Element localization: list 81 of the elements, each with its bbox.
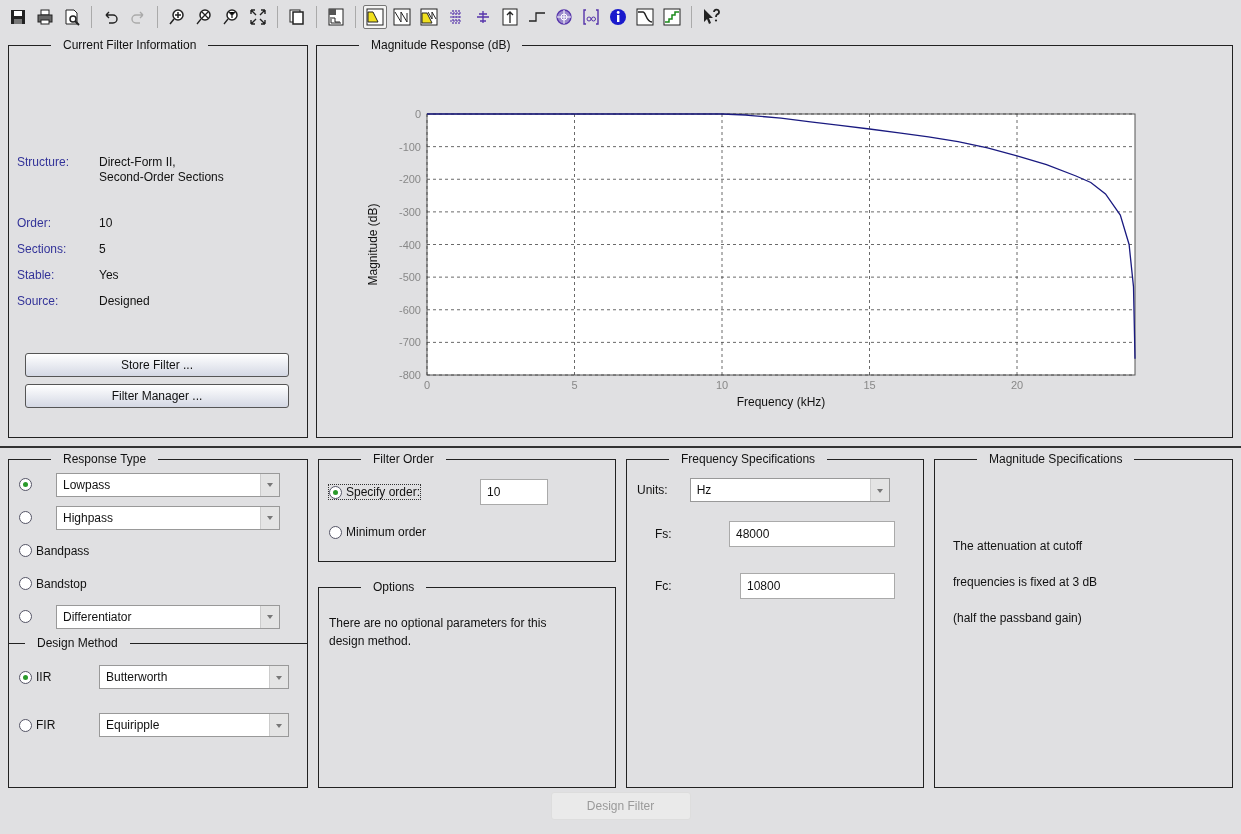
field-label: Fc:: [655, 579, 672, 593]
panel-title: Magnitude Response (dB): [370, 38, 512, 52]
dropdown[interactable]: Highpass: [56, 505, 280, 530]
pages-icon: [287, 7, 307, 27]
dropdown[interactable]: Differentiator: [56, 604, 280, 629]
tick-label: 20: [1010, 379, 1024, 391]
window-plot-icon: [326, 7, 346, 27]
tick-label: -400: [398, 238, 421, 251]
radio-button[interactable]: [19, 478, 32, 491]
print-preview-icon: [62, 7, 82, 27]
options-text: There are no optional parameters for this design method.: [329, 615, 548, 650]
toolbar-button[interactable]: [633, 5, 657, 29]
tick-label: -800: [398, 369, 421, 381]
radio-option[interactable]: IIR: [19, 670, 52, 684]
tick-label: -300: [398, 205, 421, 218]
push-button[interactable]: Filter Manager ...: [25, 384, 289, 408]
info-value: Direct-Form II, Second-Order Sections: [99, 155, 225, 185]
toolbar-button[interactable]: [390, 5, 414, 29]
radio-option[interactable]: Bandpass: [19, 543, 90, 558]
input-field[interactable]: 10: [480, 479, 549, 505]
field-label: Fs:: [655, 527, 672, 541]
tick-label: -500: [398, 271, 421, 284]
radio-option[interactable]: FIR: [19, 718, 56, 732]
tick-label: -100: [398, 140, 421, 153]
info-label: Source:: [17, 294, 60, 309]
staircase-plot-icon: [662, 7, 682, 27]
tick-label: 0: [423, 379, 431, 391]
field-label: Units:: [637, 483, 668, 497]
radio-option[interactable]: Specify order:: [329, 485, 421, 499]
panel-title: Magnitude Specifications: [988, 452, 1124, 466]
dropdown[interactable]: Equiripple: [99, 713, 289, 737]
help-pointer-icon: [701, 7, 721, 27]
info-value: Designed: [99, 294, 151, 309]
push-button[interactable]: Store Filter ...: [25, 353, 289, 377]
zoom-in-icon: [167, 7, 187, 27]
zoom-icon: [194, 7, 214, 27]
tick-label: -200: [398, 173, 421, 186]
tick-label: 15: [863, 379, 876, 391]
dropdown[interactable]: Butterworth: [99, 665, 289, 689]
dropdown[interactable]: Hz: [689, 478, 890, 502]
tick-label: -700: [398, 336, 421, 349]
info-label: Stable:: [17, 268, 56, 283]
lowpass-plot-icon: [365, 7, 385, 27]
brackets-icon: [581, 7, 601, 27]
attenuation-note: The attenuation at cutoff frequencies is fixed at 3 dB (half the passband gain): [952, 538, 1099, 627]
tick-label: 0: [414, 108, 421, 120]
panel-title: Frequency Specifications: [680, 452, 817, 466]
axis-label: Magnitude (dB): [366, 203, 380, 286]
info-label: Order:: [17, 216, 52, 231]
radio-button[interactable]: [19, 511, 32, 524]
tick-label: -600: [398, 303, 421, 316]
radio-button[interactable]: [19, 610, 32, 623]
tick-label: 5: [571, 379, 578, 391]
input-field[interactable]: 48000: [729, 521, 895, 547]
printer-icon: [35, 7, 55, 27]
info-value: 5: [99, 242, 107, 257]
radio-option[interactable]: Minimum order: [329, 525, 426, 539]
panel-title: Options: [372, 580, 416, 594]
rolloff-plot-icon: [635, 7, 655, 27]
input-field[interactable]: 10800: [740, 573, 895, 599]
info-value: 10: [99, 216, 114, 231]
info-label: Structure:: [17, 155, 71, 171]
pole-zero-plot-icon: [554, 7, 574, 27]
panel-title: Response Type: [62, 452, 148, 466]
expand-arrows-icon: [248, 7, 268, 27]
info-value: Yes: [99, 268, 120, 283]
section-title: Design Method: [36, 636, 119, 650]
axis-label: Frequency (kHz): [736, 395, 826, 409]
impulse-plot-icon: [500, 7, 520, 27]
panel-title: Filter Order: [372, 452, 435, 466]
zigzag-plot-icon: [392, 7, 412, 27]
tick-label: 10: [715, 379, 729, 391]
info-icon: [608, 7, 628, 27]
panel-title: Current Filter Information: [62, 38, 198, 52]
dropdown[interactable]: Lowpass: [56, 472, 280, 497]
dual-plot-icon: [419, 7, 439, 27]
radio-option[interactable]: Bandstop: [19, 576, 87, 591]
toolbar-button[interactable]: [417, 5, 441, 29]
info-label: Sections:: [17, 242, 68, 257]
toolbar-button[interactable]: [363, 5, 387, 29]
zoom-icon: [221, 7, 241, 27]
